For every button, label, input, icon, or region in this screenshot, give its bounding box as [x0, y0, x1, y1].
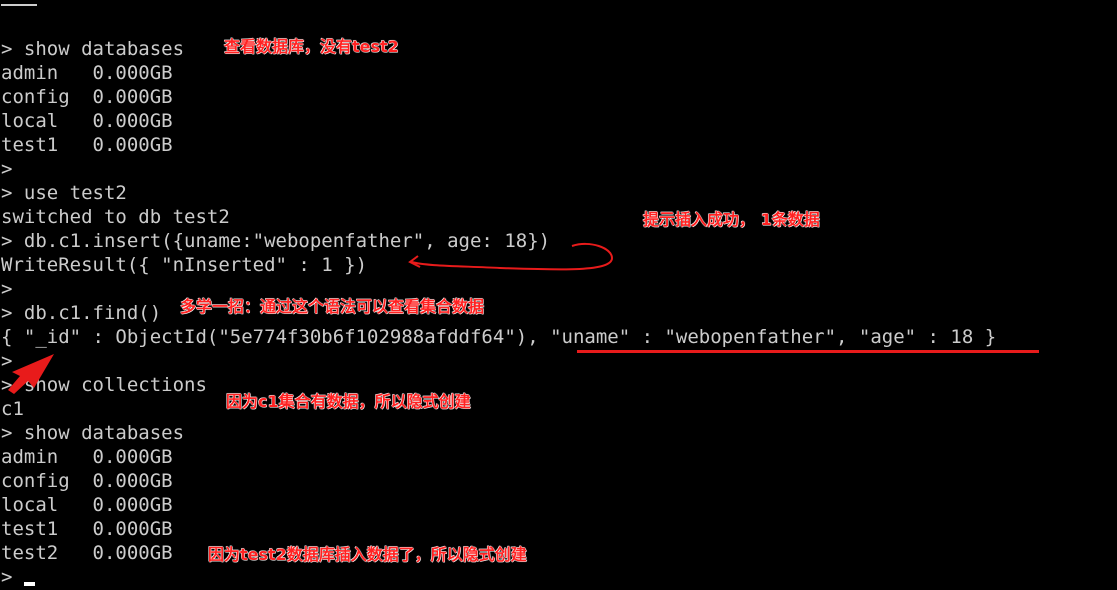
terminal-line-output: local 0.000GB	[1, 110, 173, 132]
highlight-underline	[577, 350, 1039, 353]
terminal-line-command: > use test2	[1, 182, 127, 204]
terminal-line-prompt: >	[1, 566, 13, 588]
terminal-line-command: > show databases	[1, 38, 185, 60]
terminal-line-output: test1 0.000GB	[1, 518, 173, 540]
terminal-line-output: { "_id" : ObjectId("5e774f30b6f102988afd…	[1, 326, 997, 348]
annotation-insert-success: 提示插入成功， 1条数据	[643, 210, 820, 229]
terminal-line-output: config 0.000GB	[1, 470, 173, 492]
terminal-line-output: local 0.000GB	[1, 494, 173, 516]
previous-output-fragment	[1, 0, 37, 6]
terminal-line-output: admin 0.000GB	[1, 446, 173, 468]
annotation-implicit-collection: 因为c1集合有数据，所以隐式创建	[226, 392, 471, 411]
text-cursor[interactable]	[24, 582, 35, 586]
terminal-line-command: > db.c1.find()	[1, 302, 162, 324]
terminal-line-command: > show collections	[1, 374, 207, 396]
terminal-line-output: c1	[1, 398, 24, 420]
terminal-line-output: test1 0.000GB	[1, 134, 173, 156]
terminal-line-prompt: >	[1, 278, 13, 300]
terminal-line-output: switched to db test2	[1, 206, 230, 228]
terminal-line-output: admin 0.000GB	[1, 62, 173, 84]
terminal-line-output: WriteResult({ "nInserted" : 1 })	[1, 254, 368, 276]
terminal-line-prompt: >	[1, 158, 13, 180]
annotation-no-test2: 查看数据库，没有test2	[224, 37, 399, 56]
terminal-line-output: test2 0.000GB	[1, 542, 173, 564]
terminal-line-command: > show databases	[1, 422, 185, 444]
terminal-line-output: config 0.000GB	[1, 86, 173, 108]
terminal-window[interactable]: > show databases admin 0.000GB config 0.…	[0, 0, 1117, 590]
annotation-implicit-database: 因为test2数据库插入数据了，所以隐式创建	[208, 545, 527, 564]
terminal-line-command: > db.c1.insert({uname:"webopenfather", a…	[1, 230, 551, 252]
hand-drawn-arrowhead	[408, 255, 421, 268]
terminal-line-prompt: >	[1, 350, 13, 372]
annotation-find-tip: 多学一招：通过这个语法可以查看集合数据	[180, 297, 485, 316]
